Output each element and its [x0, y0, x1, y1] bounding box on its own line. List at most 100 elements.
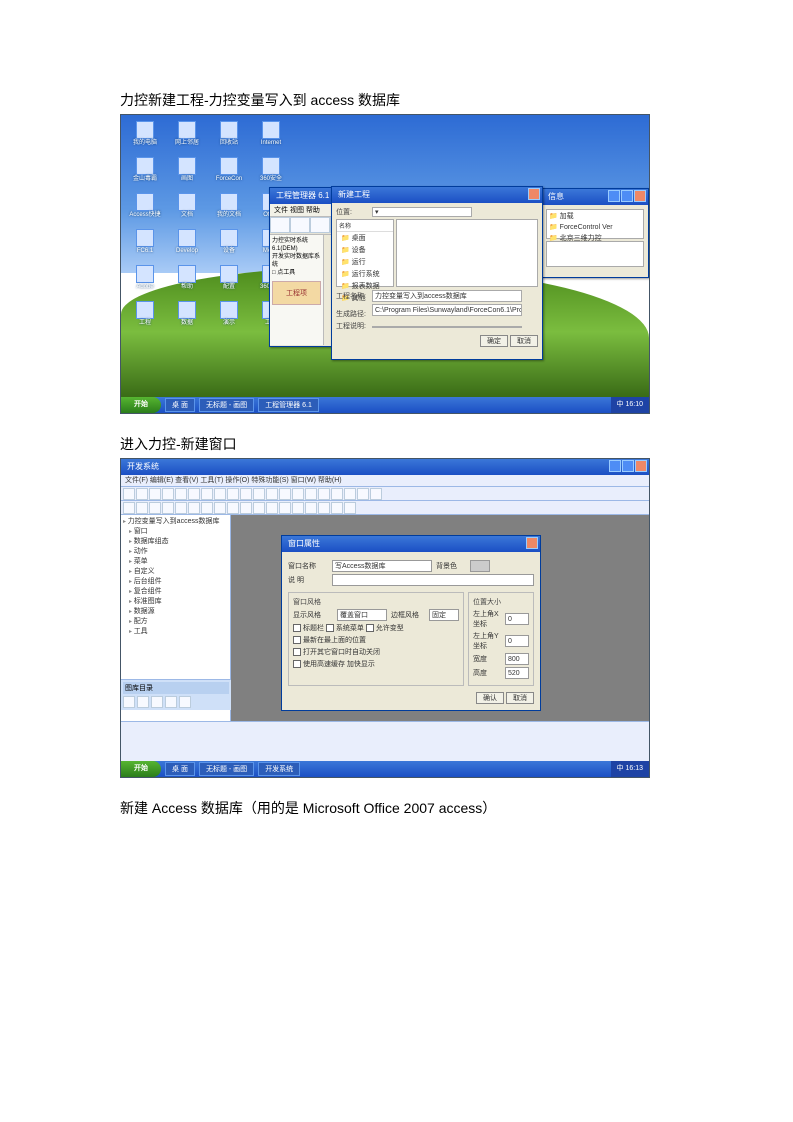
- desktop-icon[interactable]: 360安全: [253, 157, 289, 191]
- desktop-icon[interactable]: FC6.1: [127, 229, 163, 263]
- toolbox-panel[interactable]: 图库目录: [121, 679, 231, 710]
- checkbox[interactable]: [293, 636, 301, 644]
- desktop-icon[interactable]: 画图: [169, 157, 205, 191]
- toolbar-button[interactable]: [310, 217, 330, 233]
- tree-item[interactable]: 工具: [123, 627, 228, 637]
- y-field[interactable]: 0: [505, 635, 529, 647]
- toolbar-button[interactable]: [162, 488, 174, 500]
- project-button[interactable]: 工程项: [272, 281, 321, 305]
- desktop-icon[interactable]: 回收站: [211, 121, 247, 155]
- taskbar-item[interactable]: 桌 面: [165, 762, 195, 776]
- bg-color-picker[interactable]: [470, 560, 490, 572]
- name-field[interactable]: 写Access数据库: [332, 560, 432, 572]
- toolbar-button[interactable]: [253, 502, 265, 514]
- max-icon[interactable]: [622, 460, 634, 472]
- design-canvas[interactable]: 窗口属性 窗口名称写Access数据库背景色 说 明 窗口风格 显示风格覆盖窗口…: [231, 515, 649, 722]
- toolbar-button[interactable]: [201, 502, 213, 514]
- cancel-button[interactable]: 取消: [510, 335, 538, 347]
- toolbar-button[interactable]: [331, 502, 343, 514]
- toolbar-button[interactable]: [149, 502, 161, 514]
- tree-item[interactable]: 菜单: [123, 557, 228, 567]
- checkbox[interactable]: [366, 624, 374, 632]
- tree-item[interactable]: 数据源: [123, 607, 228, 617]
- new-project-dialog[interactable]: 新建工程 位置:▾ 名称 桌面 设备 运行 运行系统 报表数据 其他 工程名称:…: [331, 186, 543, 360]
- toolbar-button[interactable]: [240, 502, 252, 514]
- ok-button[interactable]: 确定: [480, 335, 508, 347]
- titlebar[interactable]: 新建工程: [332, 187, 542, 203]
- toolbar-button[interactable]: [136, 502, 148, 514]
- location-dropdown[interactable]: ▾: [372, 207, 472, 217]
- tree-item[interactable]: 窗口: [123, 527, 228, 537]
- tree-item[interactable]: 复合组件: [123, 587, 228, 597]
- taskbar-item[interactable]: 无标题 - 画图: [199, 398, 254, 412]
- taskbar-item[interactable]: 工程管理器 6.1: [258, 398, 319, 412]
- toolbar-button[interactable]: [344, 502, 356, 514]
- desktop-icon[interactable]: Access快捷: [127, 193, 163, 227]
- desktop-icon[interactable]: 金山毒霸: [127, 157, 163, 191]
- path-field[interactable]: C:\Program Files\Sunwayland\ForceCon6.1\…: [372, 304, 522, 316]
- toolbar-button[interactable]: [318, 488, 330, 500]
- toolbar-button[interactable]: [279, 488, 291, 500]
- app-titlebar[interactable]: 开发系统: [121, 459, 649, 475]
- checkbox[interactable]: [293, 648, 301, 656]
- folder-item[interactable]: 桌面: [337, 232, 393, 244]
- toolbar-button[interactable]: [136, 488, 148, 500]
- toolbar-button[interactable]: [175, 488, 187, 500]
- desktop-icon[interactable]: 文档: [169, 193, 205, 227]
- close-icon[interactable]: [634, 190, 646, 202]
- tool-button[interactable]: [151, 696, 163, 708]
- ok-button[interactable]: 确认: [476, 692, 504, 704]
- toolbar-button[interactable]: [240, 488, 252, 500]
- name-field[interactable]: 力控变量写入到access数据库: [372, 290, 522, 302]
- desktop-icon[interactable]: 工程: [127, 301, 163, 335]
- toolbar-button[interactable]: [270, 217, 290, 233]
- desktop-icon[interactable]: 网上邻居: [169, 121, 205, 155]
- toolbar-button[interactable]: [357, 488, 369, 500]
- toolbar-button[interactable]: [318, 502, 330, 514]
- border-select[interactable]: 固定: [429, 609, 459, 621]
- tree-item[interactable]: 力控变量写入到access数据库: [123, 517, 228, 527]
- tool-button[interactable]: [123, 696, 135, 708]
- desktop-icon[interactable]: 我的电脑: [127, 121, 163, 155]
- tree-item[interactable]: 数据库组态: [123, 537, 228, 547]
- system-tray[interactable]: 中 16:10: [611, 397, 649, 413]
- toolbar-button[interactable]: [227, 502, 239, 514]
- w-field[interactable]: 800: [505, 653, 529, 665]
- taskbar-item[interactable]: 桌 面: [165, 398, 195, 412]
- folder-item[interactable]: 运行: [337, 256, 393, 268]
- x-field[interactable]: 0: [505, 613, 529, 625]
- desktop-icon[interactable]: 设备: [211, 229, 247, 263]
- toolbar-button[interactable]: [214, 488, 226, 500]
- toolbar-button[interactable]: [175, 502, 187, 514]
- max-icon[interactable]: [621, 190, 633, 202]
- toolbar-button[interactable]: [188, 502, 200, 514]
- tree-item[interactable]: 动作: [123, 547, 228, 557]
- toolbar-button[interactable]: [305, 502, 317, 514]
- checkbox[interactable]: [326, 624, 334, 632]
- desktop-icon[interactable]: 演示: [211, 301, 247, 335]
- desktop-icon[interactable]: Internet: [253, 121, 289, 155]
- toolbar-button[interactable]: [292, 488, 304, 500]
- toolbar-button[interactable]: [123, 502, 135, 514]
- tree-item[interactable]: 配方: [123, 617, 228, 627]
- toolbar-button[interactable]: [344, 488, 356, 500]
- toolbar-button[interactable]: [266, 502, 278, 514]
- tree-item[interactable]: 自定义: [123, 567, 228, 577]
- toolbar-button[interactable]: [266, 488, 278, 500]
- cancel-button[interactable]: 取消: [506, 692, 534, 704]
- info-window[interactable]: 信息 加载 ForceControl Ver 北京三维力控: [541, 188, 649, 278]
- desc-field[interactable]: [372, 326, 522, 328]
- toolbar-button[interactable]: [253, 488, 265, 500]
- folder-item[interactable]: 设备: [337, 244, 393, 256]
- tool-button[interactable]: [179, 696, 191, 708]
- titlebar[interactable]: 窗口属性: [282, 536, 540, 552]
- min-icon[interactable]: [608, 190, 620, 202]
- h-field[interactable]: 520: [505, 667, 529, 679]
- toolbar-button[interactable]: [290, 217, 310, 233]
- toolbar-button[interactable]: [162, 502, 174, 514]
- min-icon[interactable]: [609, 460, 621, 472]
- toolbar-button[interactable]: [279, 502, 291, 514]
- style-select[interactable]: 覆盖窗口: [337, 609, 387, 621]
- tree-item[interactable]: 标准图库: [123, 597, 228, 607]
- toolbar-button[interactable]: [149, 488, 161, 500]
